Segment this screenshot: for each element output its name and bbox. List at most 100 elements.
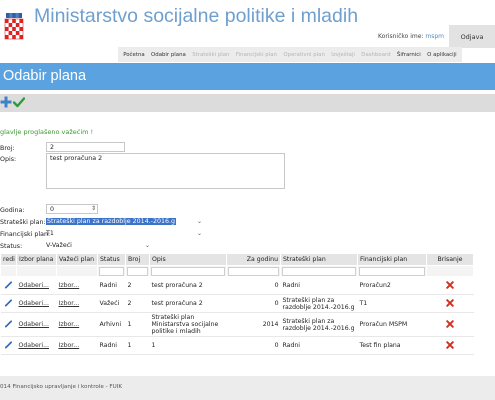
cell-broj: 1 (125, 312, 150, 337)
logout-button[interactable]: Odjava (449, 25, 495, 48)
filter-godina-input[interactable] (228, 266, 279, 276)
broj-label: Broj: (0, 145, 15, 152)
cell-broj: 1 (125, 336, 150, 355)
col-broj[interactable]: Broj (125, 253, 150, 266)
pencil-icon[interactable] (4, 340, 13, 349)
delete-x-icon[interactable] (446, 298, 454, 307)
cell-status: Važeći (97, 294, 126, 313)
col-strateski-plan[interactable]: Strateški plan (280, 253, 358, 266)
pencil-icon[interactable] (4, 280, 13, 289)
toolbar (0, 94, 495, 112)
nav-item-pocetna[interactable]: Početna (120, 52, 148, 58)
delete-x-icon[interactable] (446, 280, 454, 289)
pencil-icon[interactable] (4, 319, 13, 328)
pencil-icon[interactable] (4, 298, 13, 307)
page-title-bar: Odabir plana (0, 63, 495, 90)
chevron-down-icon[interactable]: ⌄ (197, 218, 202, 225)
cell-broj: 2 (125, 276, 150, 295)
select-plan-link[interactable]: Odaberi... (19, 282, 50, 289)
plans-table: redi Izbor plana Važeći plan Status Broj… (0, 253, 474, 355)
col-vazeci-plan: Važeći plan (56, 253, 98, 266)
delete-x-icon[interactable] (446, 319, 454, 328)
username-label: Korisničko ime: (378, 33, 424, 40)
nav-item-odabir-plana[interactable]: Odabir plana (148, 52, 189, 58)
filter-strateski-input[interactable] (282, 266, 356, 276)
chevron-down-icon[interactable]: ⌄ (145, 242, 150, 249)
nav-item-dashboard: Dashboard (361, 51, 391, 58)
user-info: Korisničko ime: mspm (340, 33, 444, 40)
header: Ministarstvo socijalne politike i mladih… (0, 0, 495, 62)
godina-label: Godina: (0, 207, 25, 214)
col-uredi: redi (0, 253, 17, 266)
cell-strateski: Strateški plan za razdoblje 2014.-2016.g (280, 294, 358, 313)
cell-financijski: Test fin plana (357, 336, 427, 355)
username[interactable]: mspm (425, 33, 444, 40)
nav-item-strateski-plan: Strateški plan (192, 51, 230, 58)
set-valid-link[interactable]: Izbor... (59, 300, 80, 307)
nav-item-izvjestaji: Izvještaji (331, 51, 355, 58)
financijski-plan-value: T1 (46, 230, 54, 237)
filter-financijski-input[interactable] (359, 266, 425, 276)
col-opis[interactable]: Opis (149, 253, 227, 266)
status-value: V-Važeći (46, 242, 72, 249)
cell-godina: 0 (226, 294, 281, 313)
table-row: Odaberi... Izbor... Važeći 2 test prorač… (0, 294, 474, 313)
cell-status: Radni (97, 276, 126, 295)
filter-broj-input[interactable] (127, 266, 148, 276)
opis-textarea[interactable]: test proračuna 2 (46, 153, 285, 189)
select-plan-link[interactable]: Odaberi... (19, 321, 50, 328)
success-message: glavlje proglašeno važećim ! (0, 128, 94, 136)
cell-strateski: Radni (280, 336, 358, 355)
nav-item-o-aplikaciji[interactable]: O aplikaciji (424, 52, 460, 58)
table-header: redi Izbor plana Važeći plan Status Broj… (0, 253, 474, 266)
plus-icon[interactable] (0, 96, 12, 108)
cell-broj: 2 (125, 294, 150, 313)
cell-strateski: Radni (280, 276, 358, 295)
set-valid-link[interactable]: Izbor... (59, 282, 80, 289)
coat-of-arms-logo (4, 13, 24, 40)
select-plan-link[interactable]: Odaberi... (19, 342, 50, 349)
cell-financijski: Proračun2 (357, 276, 427, 295)
app-title: Ministarstvo socijalne politike i mladih (34, 5, 359, 27)
set-valid-link[interactable]: Izbor... (59, 321, 80, 328)
delete-x-icon[interactable] (446, 340, 454, 349)
strateski-plan-value: Strateški plan za razdoblje 2014.-2016.g (46, 218, 176, 225)
chevron-down-icon[interactable]: ⌄ (197, 230, 202, 237)
cell-status: Radni (97, 336, 126, 355)
stepper-icon[interactable]: ⇕ (91, 205, 96, 212)
nav-item-sifrarnici[interactable]: Šifrarnici (394, 52, 424, 58)
cell-godina: 0 (226, 336, 281, 355)
cell-opis: test proračuna 2 (149, 276, 227, 295)
col-za-godinu[interactable]: Za godinu (226, 253, 281, 266)
footer-copyright: 014 Financijsko upravljanje i kontrole -… (0, 384, 122, 390)
filter-status-input[interactable] (99, 266, 124, 276)
cell-opis: Strateški plan Ministarstva socijalne po… (149, 312, 227, 337)
col-status[interactable]: Status (97, 253, 126, 266)
strateski-plan-label: Strateški plan: (0, 219, 46, 226)
col-financijski-plan[interactable]: Financijski plan (357, 253, 427, 266)
cell-godina: 0 (226, 276, 281, 295)
cell-financijski: Proračun MSPM (357, 312, 427, 337)
cell-strateski: Strateški plan za razdoblje 2014.-2016.g (280, 312, 358, 337)
footer: 014 Financijsko upravljanje i kontrole -… (0, 376, 495, 400)
cell-status: Arhivni (97, 312, 126, 337)
col-izbor-plana: Izbor plana (16, 253, 57, 266)
check-icon[interactable] (13, 96, 25, 108)
broj-input[interactable]: 2 (46, 142, 125, 152)
cell-opis: 1 (149, 336, 227, 355)
financijski-plan-select[interactable]: T1 (44, 228, 207, 239)
cell-financijski: T1 (357, 294, 427, 313)
nav-item-operativni-plan: Operativni plan (283, 51, 325, 58)
status-select[interactable]: V-Važeći (44, 240, 154, 251)
status-label: Status: (0, 243, 23, 250)
filter-row (0, 265, 474, 277)
financijski-plan-label: Financijski plan: (0, 231, 51, 238)
nav-item-financijski-plan: Financijski plan (235, 51, 277, 58)
set-valid-link[interactable]: Izbor... (59, 342, 80, 349)
select-plan-link[interactable]: Odaberi... (19, 300, 50, 307)
filter-opis-input[interactable] (151, 266, 225, 276)
main-nav: Početna Odabir plana Strateški plan Fina… (118, 47, 462, 62)
strateski-plan-select[interactable]: Strateški plan za razdoblje 2014.-2016.g (44, 216, 207, 227)
cell-opis: test proračuna 2 (149, 294, 227, 313)
opis-label: Opis: (0, 156, 17, 163)
